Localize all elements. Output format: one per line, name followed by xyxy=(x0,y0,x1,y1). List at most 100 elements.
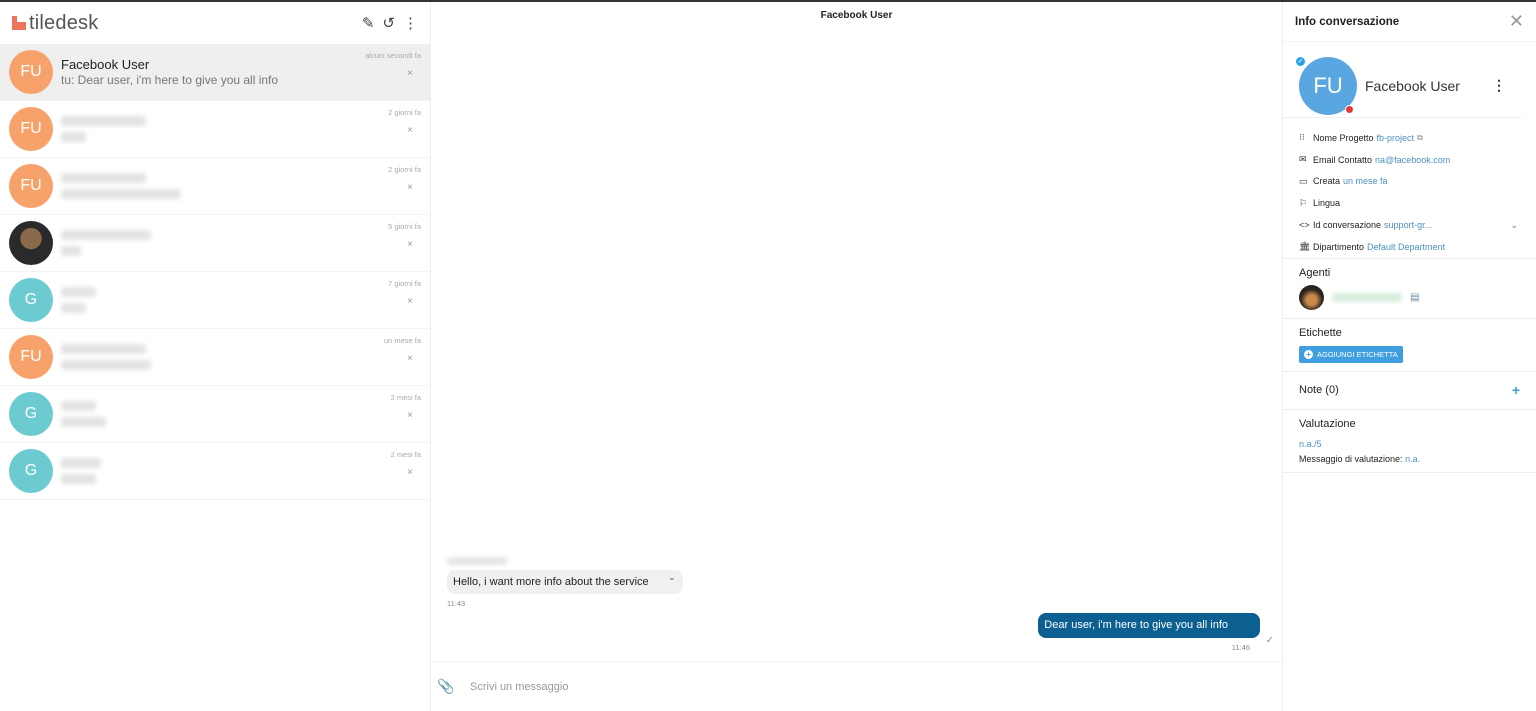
chat-icon[interactable]: ▤ xyxy=(1410,292,1419,303)
conversation-name-redacted xyxy=(61,401,96,411)
conversation-last-message-redacted xyxy=(61,474,96,484)
add-note-icon[interactable]: + xyxy=(1512,382,1520,398)
conversation-last-message-redacted xyxy=(61,417,106,427)
conversation-time: 2 mesi fa xyxy=(390,393,421,402)
labels-section: Etichette + AGGIUNGI ETICHETTA xyxy=(1283,319,1536,372)
contact-avatar: FU ✓ xyxy=(1295,55,1357,115)
add-circle-icon: + xyxy=(1304,349,1313,359)
sidebar-actions: ✎ ↺ ⋮ xyxy=(362,14,418,32)
chevron-down-icon[interactable]: ⌄ xyxy=(668,572,676,583)
detail-project: ⁝⁝ Nome Progetto fb-project ⧉ xyxy=(1299,127,1520,149)
conversation-item[interactable]: FU 2 giorni fa × xyxy=(0,158,430,215)
avatar: FU xyxy=(9,50,53,94)
rating-title: Valutazione xyxy=(1299,417,1356,430)
conversation-item[interactable]: G 2 mesi fa × xyxy=(0,443,430,500)
detail-label: Nome Progetto xyxy=(1313,132,1374,143)
detail-conversation-id: <> Id conversazione support-gr... ⌄ xyxy=(1299,214,1520,236)
calendar-icon: ▭ xyxy=(1299,175,1308,186)
conversation-time: 2 giorni fa xyxy=(388,108,421,117)
conversation-last-message-redacted xyxy=(61,189,181,199)
message-composer: 📎 xyxy=(431,661,1282,711)
close-icon[interactable]: × xyxy=(407,182,413,193)
message-input[interactable] xyxy=(470,680,1070,693)
logo-text: tiledesk xyxy=(29,11,99,34)
close-icon[interactable]: × xyxy=(407,410,413,421)
conversation-name-redacted xyxy=(61,116,146,126)
outgoing-message: Dear user, i'm here to give you all info… xyxy=(1038,613,1274,652)
notes-section: Note (0) + xyxy=(1283,372,1536,410)
conversation-list: FU Facebook User tu: Dear user, i'm here… xyxy=(0,44,430,500)
message-time: 11:46 xyxy=(1231,643,1250,652)
incoming-message: Hello, i want more info about the servic… xyxy=(447,557,683,608)
info-header: Info conversazione ✕ xyxy=(1283,2,1536,42)
conversation-item[interactable]: FU 2 giorni fa × xyxy=(0,101,430,158)
conversation-item[interactable]: G 2 mesi fa × xyxy=(0,386,430,443)
conversation-time: alcuni secondi fa xyxy=(365,51,421,60)
close-icon[interactable]: ✕ xyxy=(1509,11,1524,32)
edit-icon[interactable]: ✎ xyxy=(362,14,375,32)
close-icon[interactable]: × xyxy=(407,467,413,478)
conversation-name-redacted xyxy=(61,344,146,354)
conversation-item[interactable]: 5 giorni fa × xyxy=(0,215,430,272)
conversation-name-redacted xyxy=(61,173,146,183)
rating-message-value: n.a. xyxy=(1405,453,1421,464)
detail-value: un mese fa xyxy=(1343,176,1388,187)
avatar: G xyxy=(9,392,53,436)
conversation-time: un mese fa xyxy=(383,336,421,345)
conversation-info-panel: Info conversazione ✕ FU ✓ Facebook User … xyxy=(1282,2,1536,711)
conversation-item[interactable]: G 7 giorni fa × xyxy=(0,272,430,329)
chat-panel: Facebook User Hello, i want more info ab… xyxy=(431,2,1282,711)
sidebar-header: tiledesk ✎ ↺ ⋮ xyxy=(0,2,430,44)
contact-initials: FU xyxy=(1313,72,1343,98)
avatar: FU xyxy=(9,335,53,379)
conversation-name-redacted xyxy=(61,230,151,240)
detail-label: Lingua xyxy=(1313,198,1341,209)
add-label-button[interactable]: + AGGIUNGI ETICHETTA xyxy=(1299,345,1403,363)
more-vert-icon[interactable]: ⋮ xyxy=(1492,77,1506,94)
chevron-down-icon[interactable]: ⌄ xyxy=(1510,220,1518,231)
avatar: FU xyxy=(9,107,53,151)
conversation-details: ⁝⁝ Nome Progetto fb-project ⧉ ✉ Email Co… xyxy=(1283,118,1536,259)
attachment-icon[interactable]: 📎 xyxy=(437,678,457,695)
detail-created: ▭ Creata un mese fa xyxy=(1299,171,1520,193)
conversation-time: 7 giorni fa xyxy=(388,279,421,288)
agent-name-redacted xyxy=(1332,292,1402,302)
close-icon[interactable]: × xyxy=(407,296,413,307)
conversation-last-message-redacted xyxy=(61,360,151,370)
offline-status-dot xyxy=(1345,104,1354,114)
open-external-icon[interactable]: ⧉ xyxy=(1417,133,1423,143)
logo-mark-icon xyxy=(12,16,26,30)
grid-icon: ⁝⁝ xyxy=(1299,132,1305,143)
conversation-last-message-redacted xyxy=(61,132,86,142)
detail-value: Default Department xyxy=(1367,241,1446,252)
email-icon: ✉ xyxy=(1299,154,1307,165)
close-icon[interactable]: × xyxy=(407,239,413,250)
email-link[interactable]: na@facebook.com xyxy=(1375,155,1450,165)
add-label-text: AGGIUNGI ETICHETTA xyxy=(1317,349,1398,359)
conversation-item[interactable]: FU un mese fa × xyxy=(0,329,430,386)
detail-language: ⚐ Lingua xyxy=(1299,192,1520,214)
conversation-item[interactable]: FU Facebook User tu: Dear user, i'm here… xyxy=(0,44,430,101)
detail-label: Creata xyxy=(1313,176,1341,187)
conversation-time: 2 mesi fa xyxy=(390,450,421,459)
chat-title: Facebook User xyxy=(820,10,893,21)
close-icon[interactable]: × xyxy=(407,353,413,364)
more-vert-icon[interactable]: ⋮ xyxy=(403,14,418,32)
detail-email: ✉ Email Contatto na@facebook.com xyxy=(1299,149,1520,171)
close-icon[interactable]: × xyxy=(407,125,413,136)
message-time: 11:43 xyxy=(447,599,466,608)
avatar: G xyxy=(9,278,53,322)
message-sender-redacted xyxy=(447,557,507,565)
detail-label: Id conversazione xyxy=(1313,220,1382,231)
conversation-last-message: tu: Dear user, i'm here to give you all … xyxy=(61,73,279,87)
detail-value: support-gr... xyxy=(1384,220,1433,231)
rating-message-label: Messaggio di valutazione: xyxy=(1299,453,1403,464)
agent-item: ▤ xyxy=(1299,284,1520,310)
project-link[interactable]: fb-project xyxy=(1377,133,1415,143)
labels-title: Etichette xyxy=(1299,326,1342,339)
conversation-time: 5 giorni fa xyxy=(388,222,421,231)
rating-section: Valutazione n.a./5 Messaggio di valutazi… xyxy=(1283,410,1536,473)
history-icon[interactable]: ↺ xyxy=(382,14,395,32)
close-icon[interactable]: × xyxy=(407,68,413,79)
outgoing-message-bubble: Dear user, i'm here to give you all info xyxy=(1038,613,1260,638)
